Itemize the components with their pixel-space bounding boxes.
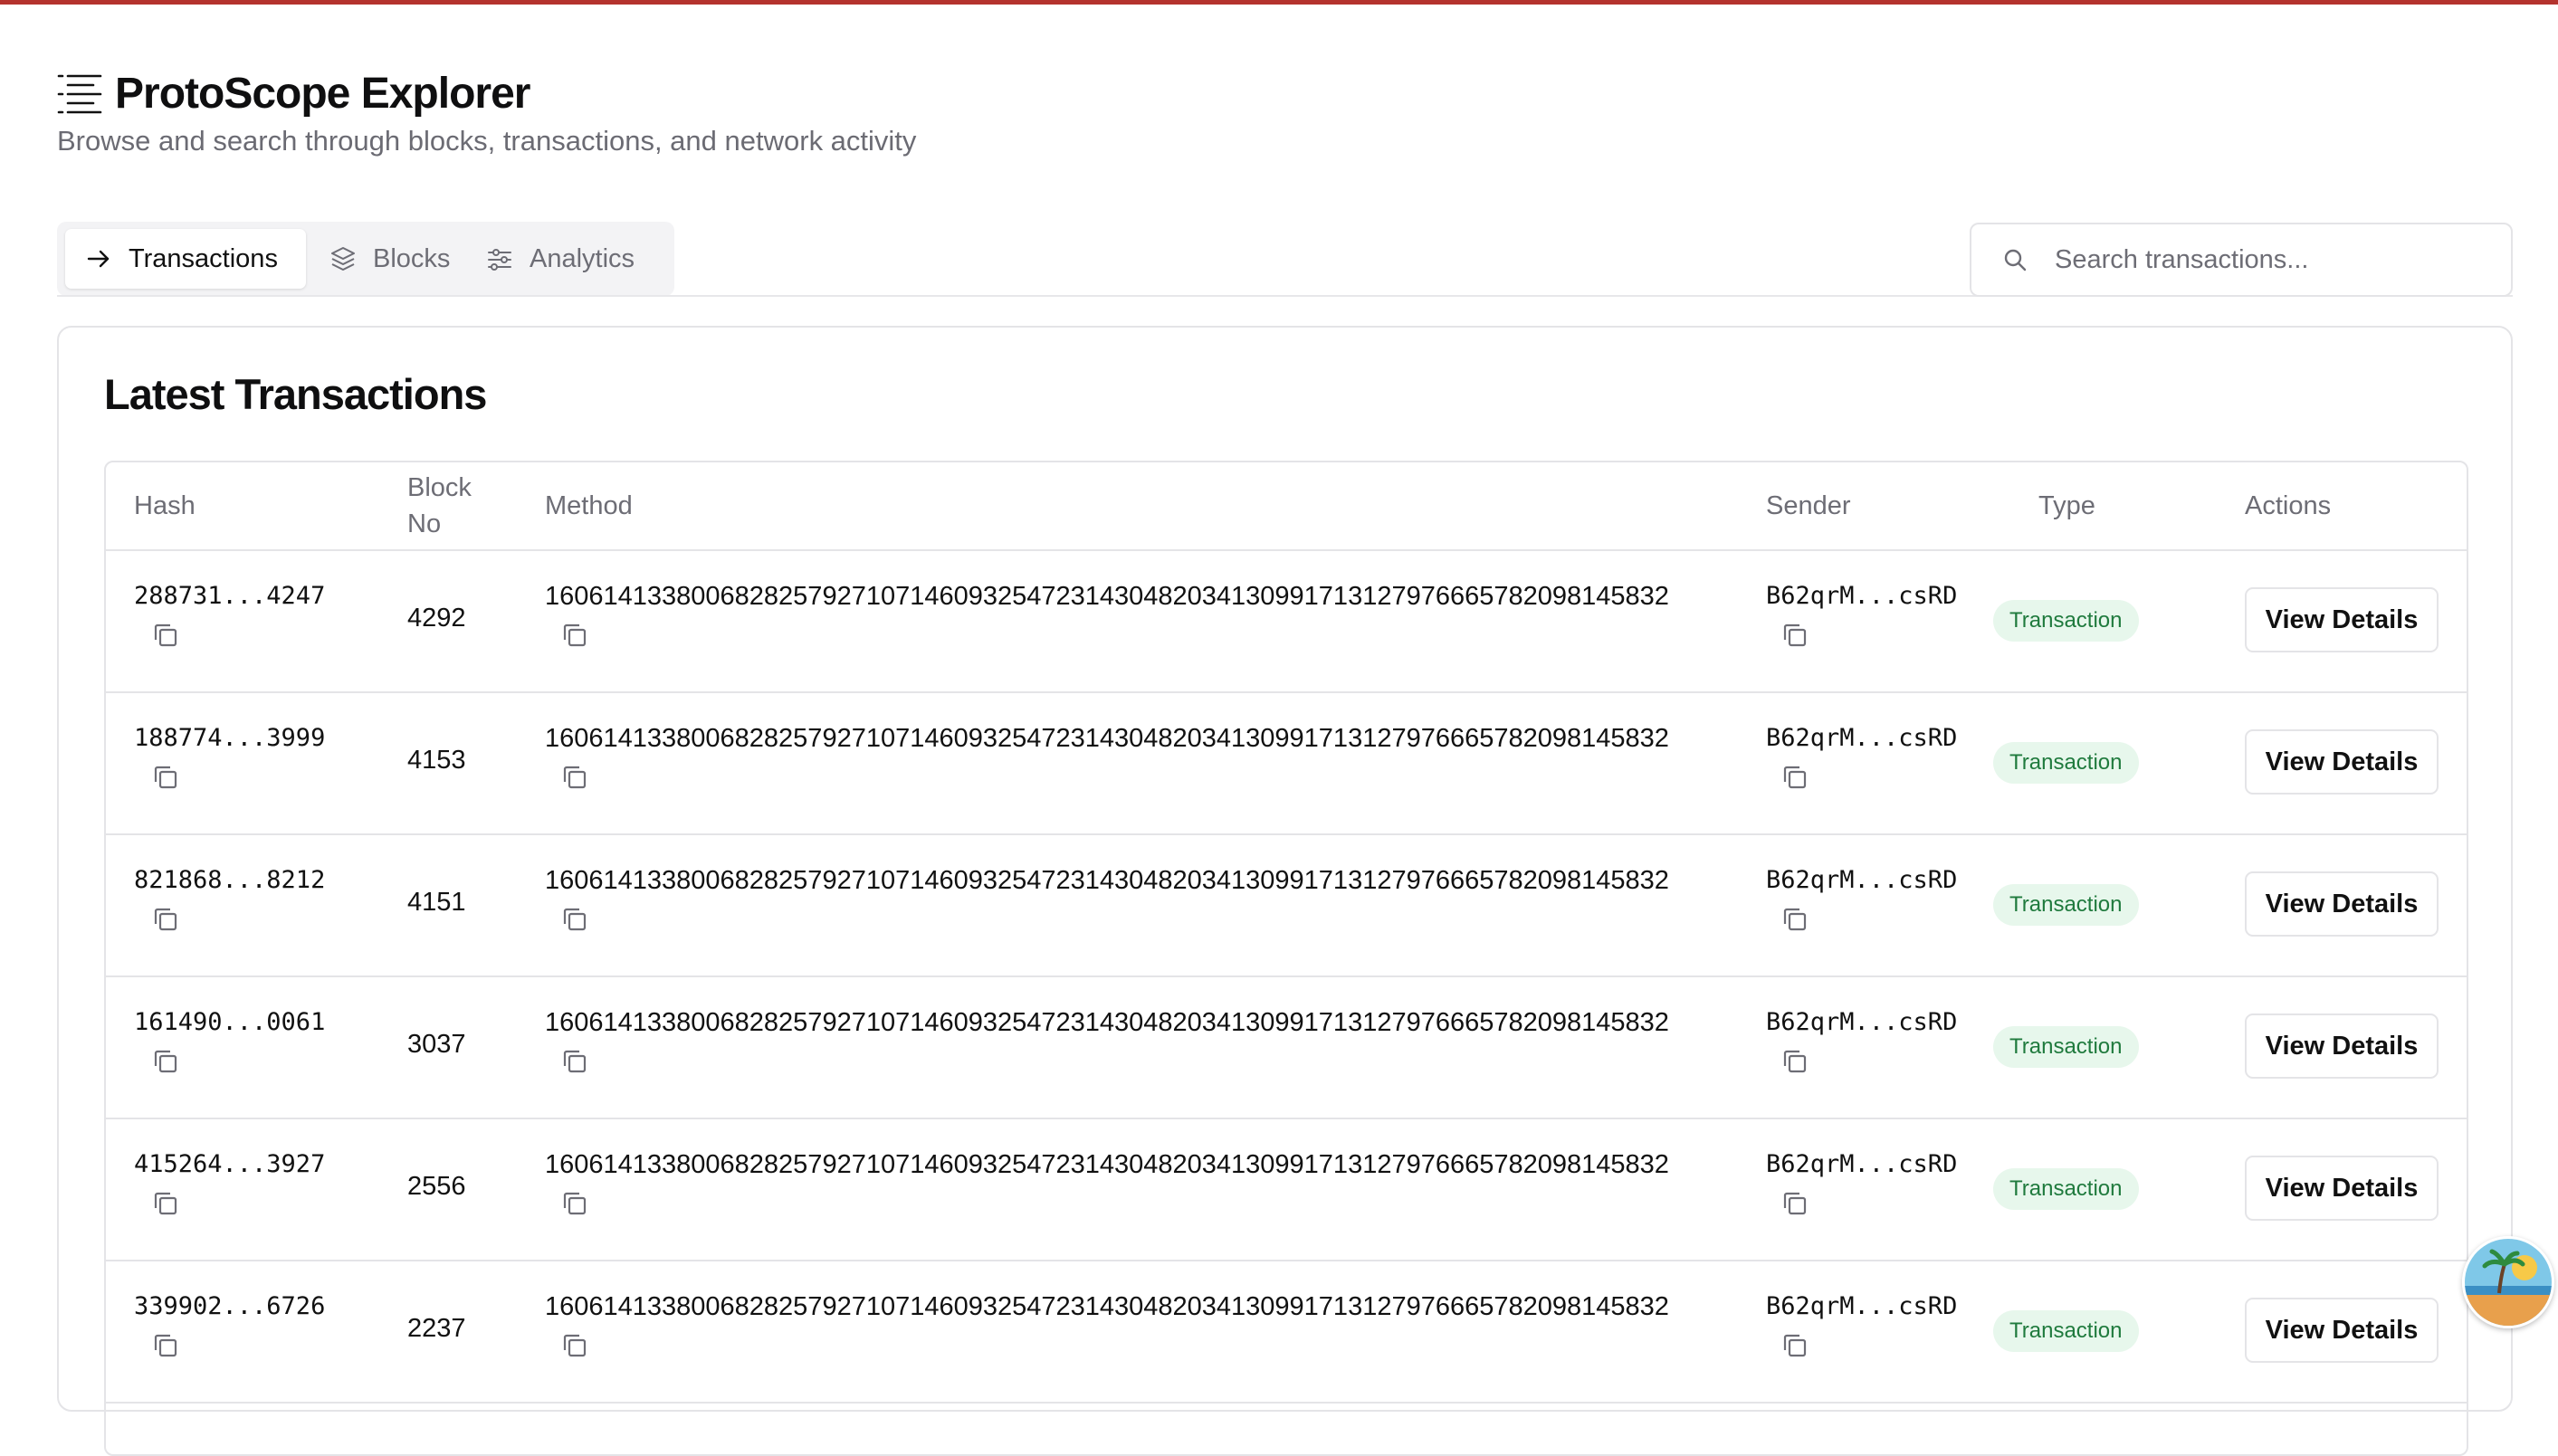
arrow-right-icon [87,250,110,268]
sender-cell: B62qrM...csRD [1766,866,1958,894]
copy-hash-icon[interactable] [150,1046,181,1077]
tab-list: Transactions Blocks Analytics [57,222,674,296]
hash-cell: 188774...3999 [134,724,326,752]
type-badge: Transaction [1993,600,2139,642]
hash-cell: 415264...3927 [134,1150,326,1178]
copy-sender-icon[interactable] [1780,1046,1810,1077]
view-details-button[interactable]: View Details [2245,1298,2439,1363]
avatar[interactable] [2462,1236,2554,1328]
table-header: Hash Block No Method Sender Type Actions [106,462,2467,551]
page-subtitle: Browse and search through blocks, transa… [57,125,917,157]
copy-hash-icon[interactable] [150,762,181,793]
method-cell: 1606141338006828257927107146093254723143… [545,1008,1669,1037]
view-details-button[interactable]: View Details [2245,1156,2439,1221]
hash-cell: 339902...6726 [134,1292,326,1320]
method-cell: 1606141338006828257927107146093254723143… [545,582,1669,611]
search-icon [2004,249,2027,271]
sender-cell: B62qrM...csRD [1766,582,1958,610]
hash-cell: 288731...4247 [134,582,326,610]
copy-method-icon[interactable] [559,904,590,935]
tab-analytics[interactable]: Analytics [466,229,667,289]
sender-cell: B62qrM...csRD [1766,724,1958,752]
page-title: ProtoScope Explorer [115,69,530,118]
header-sender: Sender [1766,491,1851,520]
block-cell: 4292 [407,604,466,633]
table-row: 339902...6726 2237 160614133800682825792… [106,1260,2467,1404]
method-cell: 1606141338006828257927107146093254723143… [545,866,1669,895]
sender-cell: B62qrM...csRD [1766,1292,1958,1320]
type-badge: Transaction [1993,1310,2139,1352]
copy-method-icon[interactable] [559,1188,590,1219]
sliders-icon [488,249,511,271]
header-type: Type [2038,491,2095,520]
table-row: 161490...0061 3037 160614133800682825792… [106,975,2467,1119]
block-cell: 4153 [407,746,466,775]
type-badge: Transaction [1993,742,2139,784]
tab-analytics-label: Analytics [530,243,635,273]
table-row: 415264...3927 2556 160614133800682825792… [106,1118,2467,1261]
tab-transactions[interactable]: Transactions [65,229,306,289]
top-accent-bar [0,0,2558,5]
copy-sender-icon[interactable] [1780,904,1810,935]
header-method: Method [545,491,633,520]
view-details-button[interactable]: View Details [2245,729,2439,795]
table-row: 288731...4247 4292 160614133800682825792… [106,549,2467,693]
method-cell: 1606141338006828257927107146093254723143… [545,1150,1669,1179]
block-cell: 2237 [407,1314,466,1343]
header-actions: Actions [2245,491,2332,520]
block-cell: 2556 [407,1172,466,1201]
copy-hash-icon[interactable] [150,1330,181,1361]
type-badge: Transaction [1993,1026,2139,1068]
copy-method-icon[interactable] [559,762,590,793]
copy-sender-icon[interactable] [1780,1188,1810,1219]
header-block-line1: Block [407,473,472,502]
copy-sender-icon[interactable] [1780,620,1810,651]
header-hash: Hash [134,491,196,520]
copy-method-icon[interactable] [559,1046,590,1077]
header-block-line2: No [407,509,442,538]
copy-sender-icon[interactable] [1780,762,1810,793]
type-badge: Transaction [1993,1168,2139,1210]
hash-cell: 161490...0061 [134,1008,326,1036]
sender-cell: B62qrM...csRD [1766,1150,1958,1178]
hash-cell: 821868...8212 [134,866,326,894]
beach-avatar-icon [2465,1239,2552,1326]
type-badge: Transaction [1993,884,2139,926]
transactions-card: Latest Transactions Hash Block No Method… [57,326,2513,1456]
copy-method-icon[interactable] [559,1330,590,1361]
tab-blocks[interactable]: Blocks [310,229,463,289]
search-box[interactable] [1970,223,2513,297]
copy-hash-icon[interactable] [150,1188,181,1219]
view-details-button[interactable]: View Details [2245,587,2439,652]
table-row: 188774...3999 4153 160614133800682825792… [106,691,2467,835]
copy-hash-icon[interactable] [150,904,181,935]
block-cell: 3037 [407,1030,466,1059]
layers-icon [331,247,355,271]
block-cell: 4151 [407,888,466,917]
card-title: Latest Transactions [104,370,487,418]
list-icon [57,74,102,114]
method-cell: 1606141338006828257927107146093254723143… [545,1292,1669,1321]
page-header: ProtoScope Explorer [57,65,530,121]
copy-method-icon[interactable] [559,620,590,651]
view-details-button[interactable]: View Details [2245,871,2439,937]
transactions-table: Hash Block No Method Sender Type Actions… [104,461,2468,1456]
sender-cell: B62qrM...csRD [1766,1008,1958,1036]
method-cell: 1606141338006828257927107146093254723143… [545,724,1669,753]
copy-hash-icon[interactable] [150,620,181,651]
search-input[interactable] [2053,243,2491,276]
copy-sender-icon[interactable] [1780,1330,1810,1361]
tab-transactions-label: Transactions [129,243,278,273]
table-row: 821868...8212 4151 160614133800682825792… [106,833,2467,977]
view-details-button[interactable]: View Details [2245,1013,2439,1079]
tab-blocks-label: Blocks [373,243,451,273]
